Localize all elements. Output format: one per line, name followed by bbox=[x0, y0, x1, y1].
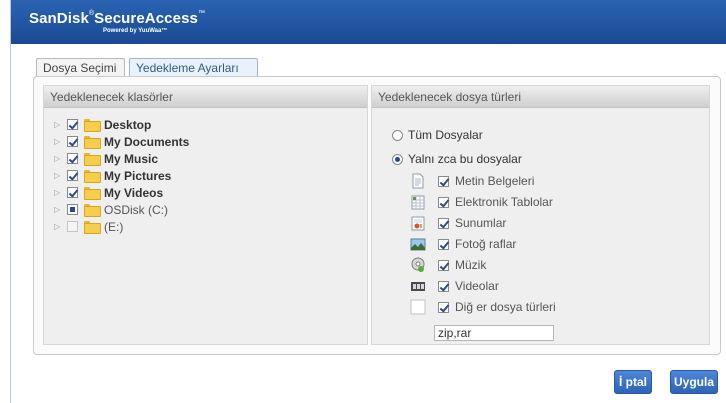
type-label: Fotoğ raflar bbox=[455, 237, 517, 251]
type-row-presentations[interactable]: Sunumlar bbox=[410, 213, 506, 233]
radio-only-these-label: Yalnı zca bu dosyalar bbox=[408, 152, 522, 166]
file-types-panel: Yedeklenecek dosya türleri Tüm Dosyalar … bbox=[371, 85, 710, 345]
type-row-photos[interactable]: Fotoğ raflar bbox=[410, 234, 516, 254]
radio-all-files-label: Tüm Dosyalar bbox=[408, 128, 483, 142]
expand-arrow-icon[interactable]: ▷ bbox=[54, 222, 64, 231]
folder-icon bbox=[84, 187, 101, 200]
expand-arrow-icon[interactable]: ▷ bbox=[54, 154, 64, 163]
expand-arrow-icon[interactable]: ▷ bbox=[54, 188, 64, 197]
folder-icon bbox=[84, 204, 101, 217]
folder-icon bbox=[84, 170, 101, 183]
photo-icon bbox=[410, 236, 426, 252]
tree-item-label: (E:) bbox=[104, 219, 124, 234]
document-icon bbox=[410, 173, 426, 189]
tree-item-label: My Pictures bbox=[104, 168, 172, 183]
type-label: Müzik bbox=[455, 258, 487, 272]
my-music-checkbox[interactable] bbox=[67, 153, 78, 164]
tab-file-selection[interactable]: Dosya Seçimi bbox=[36, 58, 125, 77]
type-label: Diğ er dosya türleri bbox=[455, 300, 556, 314]
expand-arrow-icon[interactable]: ▷ bbox=[54, 171, 64, 180]
folders-panel: Yedeklenecek klasörler ▷ Desktop ▷ My Do… bbox=[43, 85, 368, 345]
type-label: Videolar bbox=[455, 279, 499, 293]
tree-item-label: Desktop bbox=[104, 117, 152, 132]
brand-logo: SanDisk®SecureAccess™ bbox=[29, 10, 205, 27]
header-bar: SanDisk®SecureAccess™ Powered by YuuWaa™ bbox=[11, 0, 726, 44]
radio-only-these-button[interactable] bbox=[392, 153, 403, 165]
radio-all-files-button[interactable] bbox=[392, 129, 403, 141]
tree-item-e-drive[interactable]: ▷ (E:) bbox=[54, 218, 123, 235]
spreadsheets-checkbox[interactable] bbox=[438, 196, 449, 208]
type-row-music[interactable]: Müzik bbox=[410, 255, 486, 275]
powered-by-text: Powered by YuuWaa™ bbox=[103, 28, 168, 34]
tree-item-osdisk[interactable]: ▷ OSDisk (C:) bbox=[54, 201, 168, 218]
music-checkbox[interactable] bbox=[438, 259, 449, 271]
presentations-checkbox[interactable] bbox=[438, 217, 449, 229]
music-icon bbox=[410, 257, 426, 273]
settings-frame: Yedeklenecek klasörler ▷ Desktop ▷ My Do… bbox=[33, 76, 721, 355]
other-types-checkbox[interactable] bbox=[438, 301, 449, 313]
videos-checkbox[interactable] bbox=[438, 280, 449, 292]
video-icon bbox=[410, 278, 426, 294]
e-drive-checkbox[interactable] bbox=[67, 221, 78, 232]
folder-icon bbox=[84, 153, 101, 166]
file-types-panel-title: Yedeklenecek dosya türleri bbox=[372, 86, 709, 108]
desktop-checkbox[interactable] bbox=[67, 119, 78, 130]
brand-product: SecureAccess bbox=[94, 10, 198, 27]
type-row-spreadsheets[interactable]: Elektronik Tablolar bbox=[410, 192, 553, 212]
tab-backup-settings[interactable]: Yedekleme Ayarları bbox=[129, 58, 258, 77]
text-documents-checkbox[interactable] bbox=[438, 175, 449, 187]
type-label: Sunumlar bbox=[455, 216, 507, 230]
brand-name: SanDisk bbox=[29, 10, 89, 27]
tree-item-label: OSDisk (C:) bbox=[104, 202, 168, 217]
osdisk-checkbox[interactable] bbox=[67, 204, 78, 215]
type-label: Metin Belgeleri bbox=[455, 174, 535, 188]
type-row-text-documents[interactable]: Metin Belgeleri bbox=[410, 171, 534, 191]
cancel-button[interactable]: İ ptal bbox=[614, 370, 652, 394]
type-label: Elektronik Tablolar bbox=[455, 195, 553, 209]
radio-only-these-files[interactable]: Yalnı zca bu dosyalar bbox=[392, 150, 522, 168]
spreadsheet-icon bbox=[410, 194, 426, 210]
folder-icon bbox=[84, 136, 101, 149]
sandisk-secureaccess-window: SanDisk®SecureAccess™ Powered by YuuWaa™… bbox=[10, 0, 726, 403]
tree-item-label: My Videos bbox=[104, 185, 164, 200]
folder-icon bbox=[84, 221, 101, 234]
tree-item-my-documents[interactable]: ▷ My Documents bbox=[54, 133, 189, 150]
folders-panel-title: Yedeklenecek klasörler bbox=[44, 86, 367, 108]
apply-button[interactable]: Uygula bbox=[670, 370, 718, 394]
my-documents-checkbox[interactable] bbox=[67, 136, 78, 147]
radio-all-files[interactable]: Tüm Dosyalar bbox=[392, 126, 483, 144]
type-row-other-types[interactable]: Diğ er dosya türleri bbox=[410, 297, 556, 317]
presentation-icon bbox=[410, 215, 426, 231]
tree-item-label: My Music bbox=[104, 151, 159, 166]
trademark-mark: ™ bbox=[197, 10, 206, 17]
tree-item-my-videos[interactable]: ▷ My Videos bbox=[54, 184, 163, 201]
other-extensions-input[interactable] bbox=[434, 325, 554, 341]
folder-icon bbox=[84, 119, 101, 132]
my-pictures-checkbox[interactable] bbox=[67, 170, 78, 181]
expand-arrow-icon[interactable]: ▷ bbox=[54, 205, 64, 214]
expand-arrow-icon[interactable]: ▷ bbox=[54, 120, 64, 129]
tree-item-my-music[interactable]: ▷ My Music bbox=[54, 150, 158, 167]
photos-checkbox[interactable] bbox=[438, 238, 449, 250]
tree-item-my-pictures[interactable]: ▷ My Pictures bbox=[54, 167, 171, 184]
expand-arrow-icon[interactable]: ▷ bbox=[54, 137, 64, 146]
tree-item-desktop[interactable]: ▷ Desktop bbox=[54, 116, 151, 133]
type-row-videos[interactable]: Videolar bbox=[410, 276, 499, 296]
my-videos-checkbox[interactable] bbox=[67, 187, 78, 198]
tree-item-label: My Documents bbox=[104, 134, 190, 149]
blank-file-icon bbox=[410, 299, 426, 315]
